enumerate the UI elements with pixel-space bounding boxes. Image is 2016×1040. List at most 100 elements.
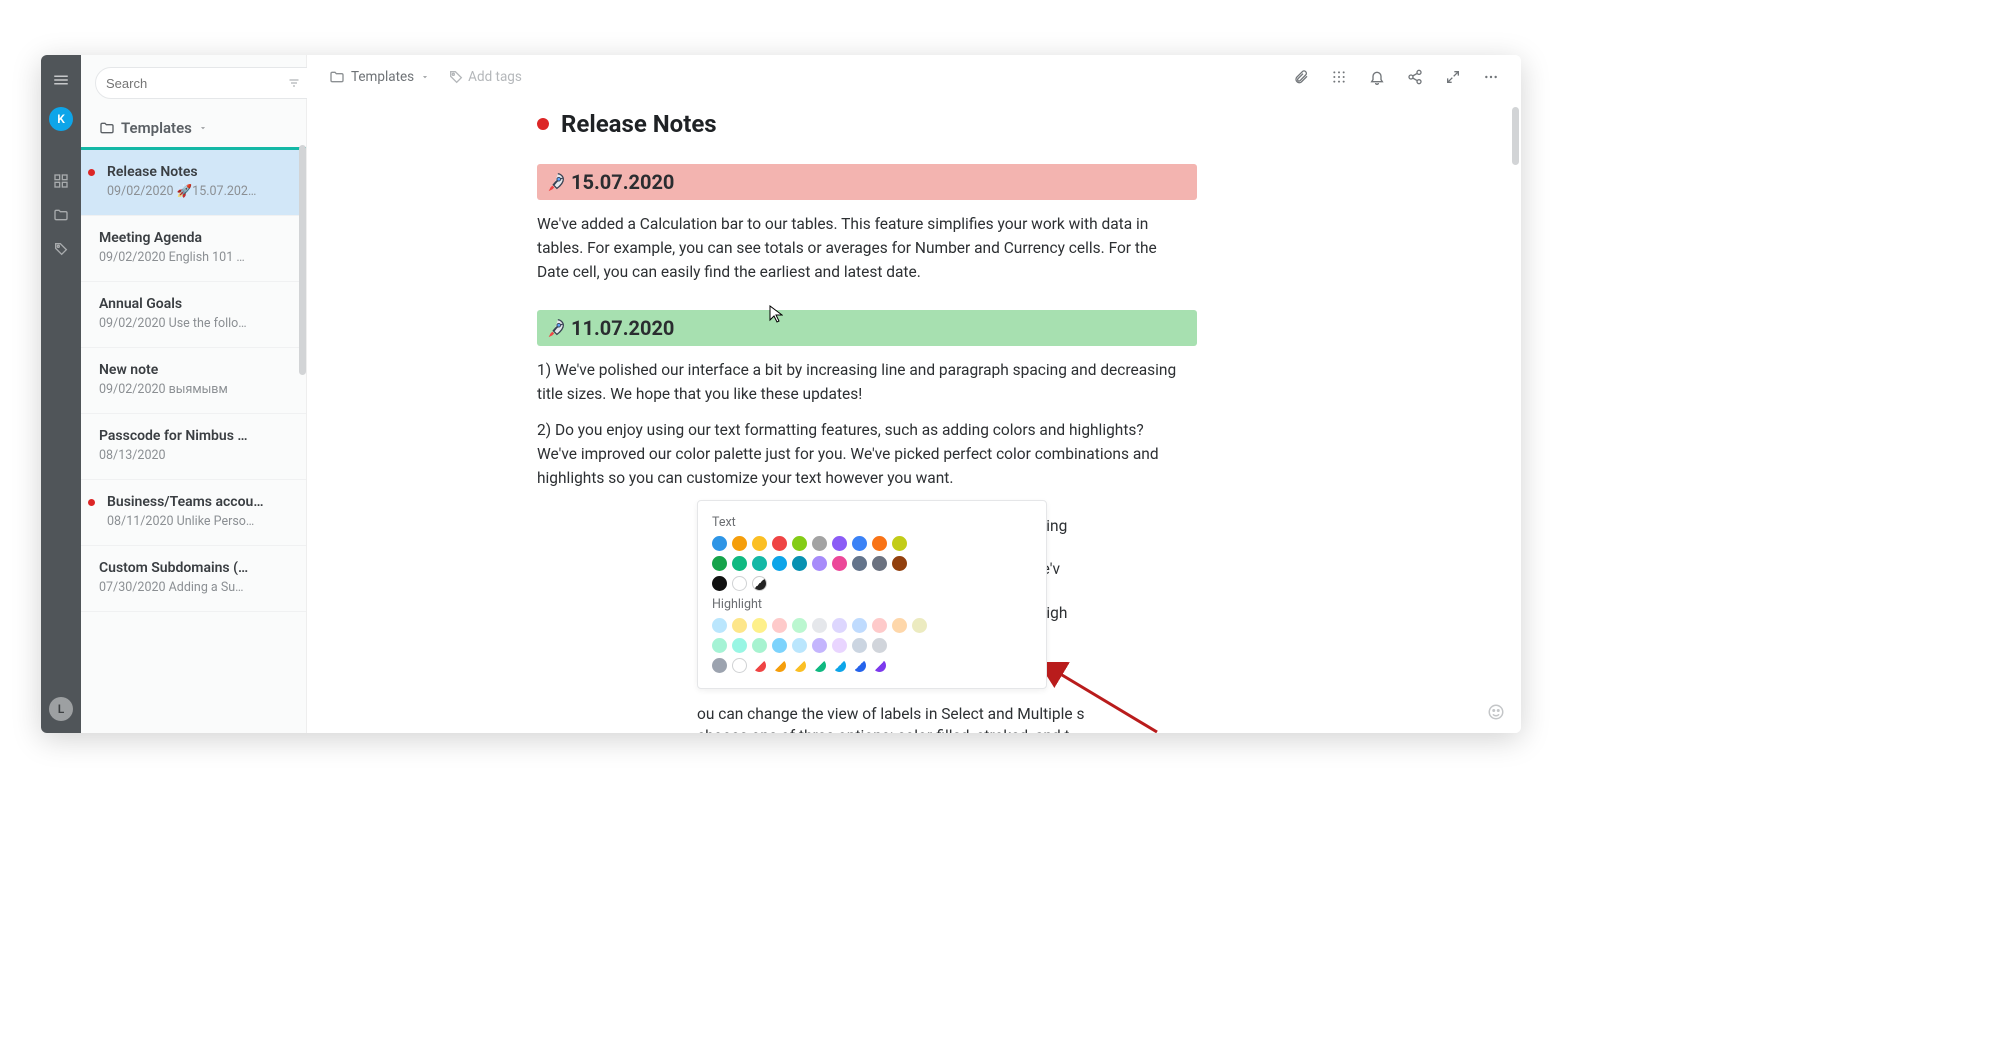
color-swatch[interactable]: [812, 536, 827, 551]
color-swatch[interactable]: [792, 618, 807, 633]
color-swatch[interactable]: [772, 536, 787, 551]
paragraph[interactable]: 2) Do you enjoy using our text formattin…: [537, 418, 1187, 490]
note-item[interactable]: Passcode for Nimbus …08/13/2020: [81, 414, 306, 480]
color-swatch[interactable]: [852, 618, 867, 633]
color-swatch[interactable]: [752, 576, 767, 591]
apps-icon[interactable]: [1331, 69, 1347, 85]
note-item[interactable]: Custom Subdomains (…07/30/2020 Adding a …: [81, 546, 306, 612]
color-swatch[interactable]: [832, 658, 847, 673]
status-dot: [88, 169, 95, 176]
snippet-line: choose one of three options: color-fille…: [697, 725, 1297, 733]
color-swatch[interactable]: [772, 618, 787, 633]
color-swatch[interactable]: [752, 556, 767, 571]
title-text[interactable]: Release Notes: [561, 110, 717, 138]
color-swatch[interactable]: [812, 658, 827, 673]
color-swatch[interactable]: [872, 658, 887, 673]
color-swatch[interactable]: [792, 638, 807, 653]
tag-icon[interactable]: [53, 241, 69, 257]
color-swatch[interactable]: [792, 658, 807, 673]
color-swatch[interactable]: [872, 536, 887, 551]
color-swatch[interactable]: [772, 658, 787, 673]
note-title: Annual Goals: [99, 296, 288, 312]
color-swatch[interactable]: [732, 618, 747, 633]
color-swatch[interactable]: [712, 658, 727, 673]
search-box[interactable]: [95, 67, 331, 99]
color-swatch[interactable]: [772, 638, 787, 653]
color-swatch[interactable]: [792, 536, 807, 551]
note-content: Release Notes 15.07.2020 We've added a C…: [537, 110, 1237, 490]
breadcrumb[interactable]: Templates: [329, 69, 430, 85]
date-text: 11.07.2020: [571, 316, 674, 340]
date-heading[interactable]: 11.07.2020: [537, 310, 1197, 346]
palette-section-label: Highlight: [712, 597, 1032, 612]
breadcrumb-label: Templates: [351, 69, 414, 85]
date-heading[interactable]: 15.07.2020: [537, 164, 1197, 200]
color-swatch[interactable]: [832, 618, 847, 633]
dashboard-icon[interactable]: [53, 173, 69, 189]
color-swatch[interactable]: [892, 618, 907, 633]
date-text: 15.07.2020: [571, 170, 674, 194]
paragraph[interactable]: We've added a Calculation bar to our tab…: [537, 212, 1187, 284]
color-swatch[interactable]: [732, 638, 747, 653]
note-item[interactable]: New note09/02/2020 выямывм: [81, 348, 306, 414]
color-swatch[interactable]: [752, 658, 767, 673]
search-input[interactable]: [106, 76, 282, 91]
color-swatch[interactable]: [712, 576, 727, 591]
color-swatch[interactable]: [912, 618, 927, 633]
filter-icon[interactable]: [288, 77, 300, 89]
attachment-icon[interactable]: [1293, 69, 1309, 85]
color-swatch[interactable]: [732, 576, 747, 591]
scrollbar-thumb[interactable]: [299, 145, 306, 375]
color-swatch[interactable]: [732, 556, 747, 571]
color-swatch[interactable]: [872, 618, 887, 633]
workspace-avatar[interactable]: K: [49, 107, 73, 131]
bell-icon[interactable]: [1369, 69, 1385, 85]
color-swatch[interactable]: [832, 536, 847, 551]
color-swatch[interactable]: [872, 556, 887, 571]
menu-icon[interactable]: [52, 71, 70, 89]
color-swatch[interactable]: [892, 536, 907, 551]
note-item[interactable]: Meeting Agenda09/02/2020 English 101 …: [81, 216, 306, 282]
note-list: Release Notes09/02/2020 🚀15.07.202…Meeti…: [81, 147, 306, 612]
color-swatch[interactable]: [752, 536, 767, 551]
color-swatch[interactable]: [892, 556, 907, 571]
color-swatch[interactable]: [872, 638, 887, 653]
color-swatch[interactable]: [712, 638, 727, 653]
emoji-button[interactable]: [1487, 703, 1505, 721]
folder-breadcrumb[interactable]: Templates: [81, 111, 306, 147]
color-swatch[interactable]: [792, 556, 807, 571]
color-swatch[interactable]: [852, 638, 867, 653]
color-swatch[interactable]: [732, 658, 747, 673]
more-icon[interactable]: [1483, 69, 1499, 85]
color-swatch[interactable]: [752, 638, 767, 653]
color-swatch[interactable]: [712, 556, 727, 571]
color-swatch[interactable]: [752, 618, 767, 633]
color-swatch[interactable]: [852, 556, 867, 571]
color-swatch[interactable]: [832, 638, 847, 653]
color-swatch[interactable]: [712, 536, 727, 551]
share-icon[interactable]: [1407, 69, 1423, 85]
color-swatch[interactable]: [812, 618, 827, 633]
paragraph[interactable]: 1) We've polished our interface a bit by…: [537, 358, 1187, 406]
cursor-icon: [769, 305, 783, 323]
scrollbar-thumb[interactable]: [1512, 107, 1519, 165]
color-swatch[interactable]: [852, 658, 867, 673]
add-tags-button[interactable]: Add tags: [448, 69, 522, 85]
note-item[interactable]: Business/Teams accou…08/11/2020 Unlike P…: [81, 480, 306, 546]
color-swatch[interactable]: [812, 638, 827, 653]
note-item[interactable]: Release Notes09/02/2020 🚀15.07.202…: [81, 147, 306, 216]
folder-name: Templates: [121, 119, 192, 137]
sidebar: Templates Release Notes09/02/2020 🚀15.07…: [81, 55, 307, 733]
color-swatch[interactable]: [832, 556, 847, 571]
color-swatch[interactable]: [852, 536, 867, 551]
user-avatar[interactable]: L: [49, 697, 73, 721]
folder-icon[interactable]: [53, 207, 69, 223]
color-swatch[interactable]: [712, 618, 727, 633]
expand-icon[interactable]: [1445, 69, 1461, 85]
color-swatch[interactable]: [772, 556, 787, 571]
note-title: Passcode for Nimbus …: [99, 428, 288, 444]
chevron-down-icon: [198, 123, 208, 133]
note-item[interactable]: Annual Goals09/02/2020 Use the follo…: [81, 282, 306, 348]
color-swatch[interactable]: [812, 556, 827, 571]
color-swatch[interactable]: [732, 536, 747, 551]
